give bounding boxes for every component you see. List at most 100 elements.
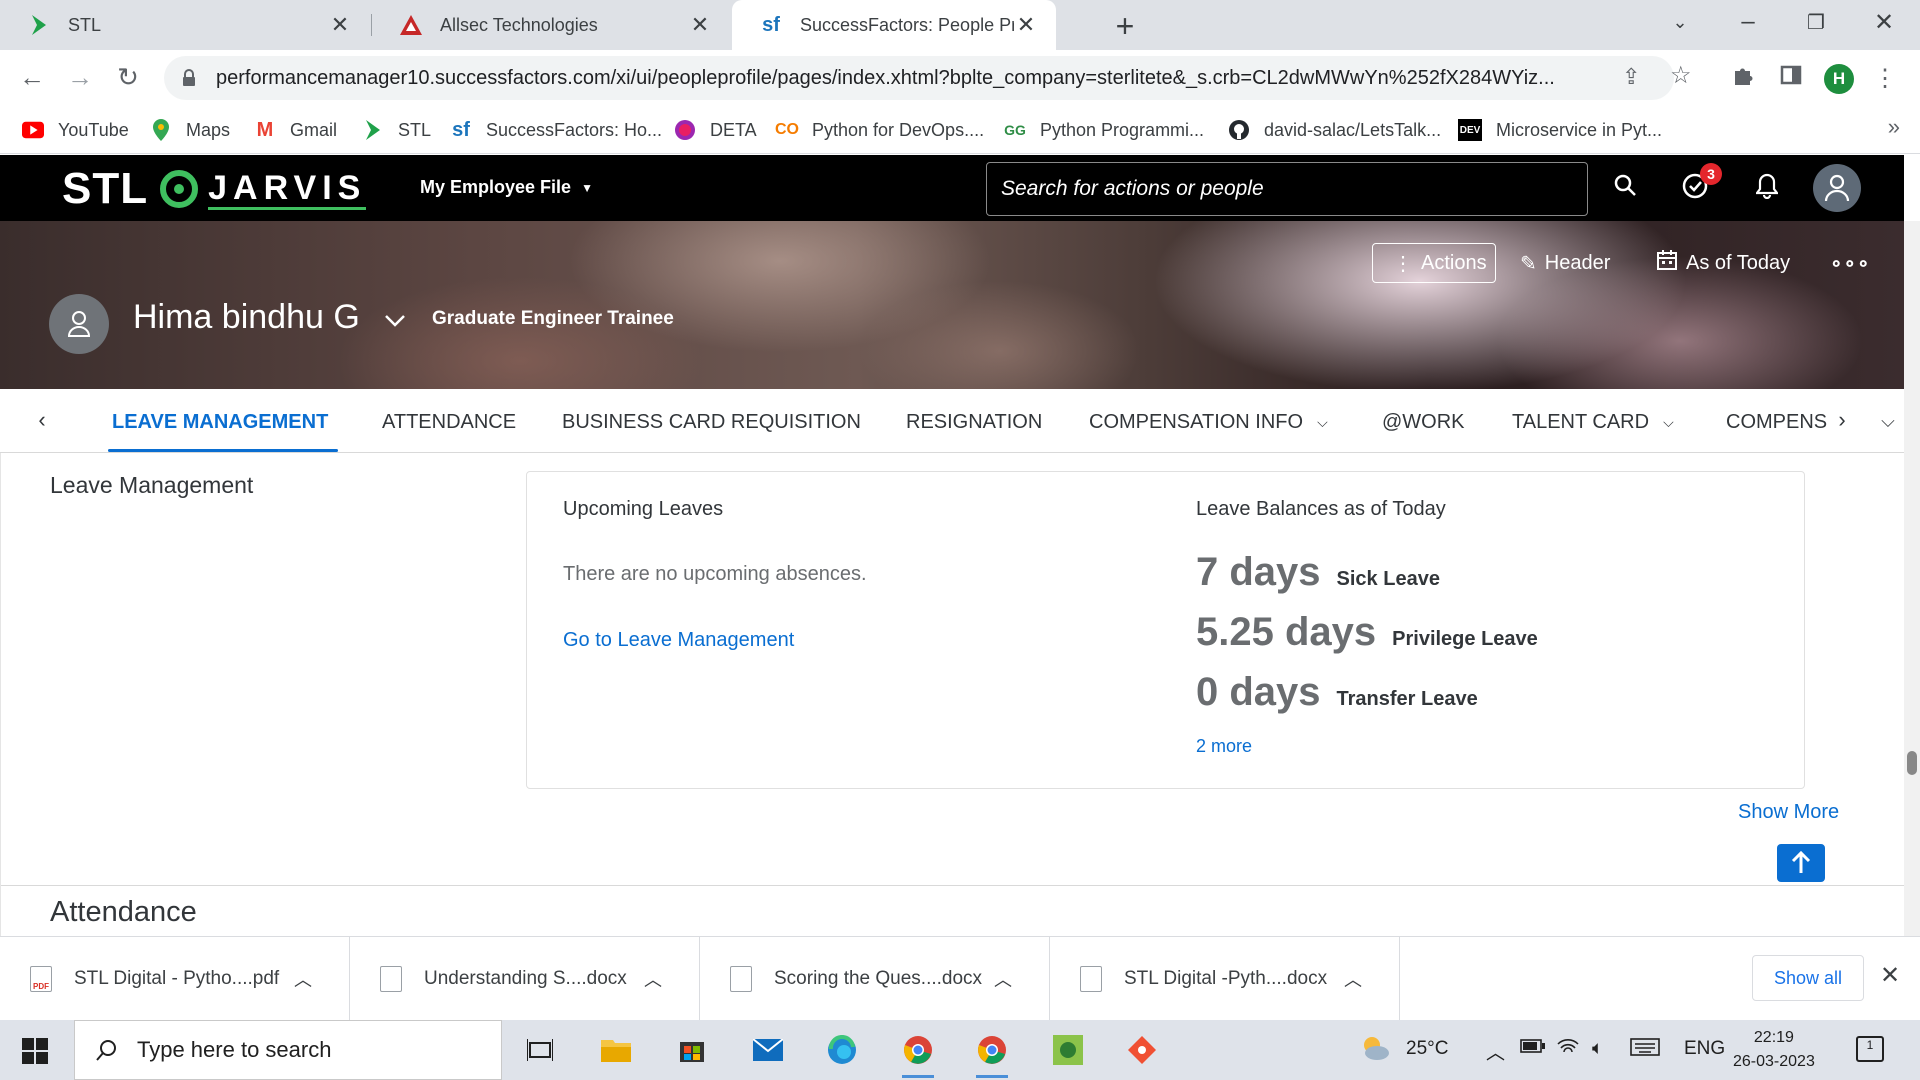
tab-talent-card[interactable]: TALENT CARD ⌵	[1512, 411, 1674, 434]
bookmark-python-programming[interactable]: GG Python Programmi...	[1004, 116, 1204, 144]
go-to-leave-management-link[interactable]: Go to Leave Management	[563, 629, 794, 652]
tab-attendance[interactable]: ATTENDANCE	[382, 411, 516, 434]
chrome-profile-avatar[interactable]: H	[1824, 64, 1854, 94]
forward-icon[interactable]: →	[64, 62, 96, 93]
notification-center-icon[interactable]: 1	[1856, 1036, 1884, 1062]
taskbar-search-box[interactable]: Type here to search	[74, 1020, 502, 1080]
back-icon[interactable]: ←	[16, 62, 48, 93]
input-language[interactable]: ENG	[1684, 1038, 1725, 1060]
browser-tab-successfactors[interactable]: sf SuccessFactors: People Profile ✕	[732, 0, 1056, 50]
show-hidden-icons-chevron-icon[interactable]: ︿	[1486, 1038, 1505, 1065]
bookmark-deta[interactable]: DETA	[674, 116, 757, 144]
close-window-button[interactable]: ✕	[1864, 8, 1904, 37]
global-search-input[interactable]: Search for actions or people	[986, 162, 1588, 216]
download-item[interactable]: STL Digital -Pyth....docx ︿	[1050, 937, 1400, 1021]
scroll-to-top-button[interactable]	[1777, 844, 1825, 882]
bookmark-youtube[interactable]: YouTube	[22, 116, 129, 144]
bookmark-github[interactable]: david-salac/LetsTalk...	[1228, 116, 1441, 144]
download-filename: Understanding S....docx	[424, 968, 627, 989]
profile-avatar[interactable]	[49, 294, 109, 354]
close-downloads-icon[interactable]: ✕	[1880, 961, 1900, 990]
bookmarks-bar: YouTube Maps M Gmail STL sf SuccessFacto…	[0, 106, 1920, 154]
stl-jarvis-logo[interactable]: STL JARVIS	[62, 164, 367, 213]
tab-compensation-info[interactable]: COMPENSATION INFO ⌵	[1089, 411, 1328, 434]
scroll-tabs-left-icon[interactable]: ‹	[30, 407, 54, 433]
git-icon[interactable]	[1122, 1030, 1162, 1070]
restore-button[interactable]: ❐	[1796, 10, 1836, 35]
chevron-up-icon[interactable]: ︿	[644, 966, 662, 992]
volume-icon[interactable]: 🔈︎	[1592, 1038, 1603, 1060]
touch-keyboard-icon[interactable]	[1630, 1038, 1660, 1062]
bookmark-python-devops[interactable]: CO Python for DevOps....	[775, 116, 984, 144]
address-bar[interactable]: performancemanager10.successfactors.com/…	[164, 56, 1674, 100]
browser-tab-stl[interactable]: STL ✕	[0, 0, 370, 50]
tab-at-work[interactable]: @WORK	[1382, 411, 1465, 434]
show-more-link[interactable]: Show More	[1738, 801, 1839, 824]
battery-icon[interactable]	[1520, 1038, 1546, 1060]
profile-header-banner: ⋮ Actions ✎ Header As of Today ∘∘∘ Hima …	[0, 221, 1904, 389]
my-employee-file-menu[interactable]: My Employee File ▼	[420, 177, 593, 198]
download-item[interactable]: Scoring the Ques....docx ︿	[700, 937, 1050, 1021]
more-balances-link[interactable]: 2 more	[1196, 736, 1252, 757]
more-options-icon[interactable]: ∘∘∘	[1830, 243, 1871, 283]
chevron-up-icon[interactable]: ︿	[1344, 966, 1362, 992]
share-icon[interactable]: ⇪	[1622, 64, 1640, 90]
chevron-down-icon[interactable]	[384, 311, 406, 334]
bookmark-successfactors[interactable]: sf SuccessFactors: Ho...	[450, 116, 662, 144]
scroll-tabs-right-icon[interactable]: ›	[1830, 407, 1854, 433]
edit-header-button[interactable]: ✎ Header	[1520, 243, 1610, 283]
taskbar-clock[interactable]: 22:19 26-03-2023	[1733, 1026, 1815, 1074]
tabs-overflow-chevron-icon[interactable]: ⌵	[1876, 411, 1900, 432]
file-explorer-icon[interactable]	[596, 1030, 636, 1070]
more-bookmarks-icon[interactable]: »	[1888, 114, 1900, 140]
tab-compensation[interactable]: COMPENS	[1726, 411, 1830, 434]
download-item[interactable]: PDF STL Digital - Pytho....pdf ︿	[0, 937, 350, 1021]
wifi-icon[interactable]	[1556, 1038, 1580, 1062]
task-view-icon[interactable]	[520, 1030, 560, 1070]
edge-browser-icon[interactable]	[822, 1030, 862, 1070]
anaconda-icon[interactable]	[1048, 1030, 1088, 1070]
tab-business-card-requisition[interactable]: BUSINESS CARD REQUISITION	[562, 411, 861, 434]
new-tab-button[interactable]: +	[1108, 8, 1142, 45]
chrome-icon[interactable]	[898, 1030, 938, 1078]
tab-leave-management[interactable]: LEAVE MANAGEMENT	[112, 411, 328, 434]
minimize-button[interactable]: –	[1728, 8, 1768, 36]
tab-resignation[interactable]: RESIGNATION	[906, 411, 1042, 434]
chevron-up-icon[interactable]: ︿	[294, 966, 312, 992]
extensions-puzzle-icon[interactable]	[1728, 64, 1758, 92]
close-tab-icon[interactable]: ✕	[688, 12, 712, 38]
mail-icon[interactable]	[748, 1030, 788, 1070]
download-filename: Scoring the Ques....docx	[774, 968, 983, 989]
bookmark-microservice[interactable]: DEV Microservice in Pyt...	[1458, 116, 1662, 144]
notifications-bell-icon[interactable]	[1750, 173, 1784, 206]
bookmark-stl[interactable]: STL	[362, 116, 431, 144]
download-item[interactable]: Understanding S....docx ︿	[350, 937, 700, 1021]
close-tab-icon[interactable]: ✕	[328, 12, 352, 38]
close-tab-icon[interactable]: ✕	[1014, 12, 1038, 38]
scrollbar-thumb[interactable]	[1907, 751, 1917, 775]
chrome-menu-icon[interactable]: ⋮	[1870, 64, 1900, 93]
profile-content: Leave Management Upcoming Leaves There a…	[0, 453, 1905, 936]
windows-start-icon[interactable]	[22, 1038, 48, 1064]
reload-icon[interactable]: ↻	[112, 62, 144, 93]
side-panel-icon[interactable]	[1776, 64, 1806, 92]
leave-management-heading: Leave Management	[50, 472, 254, 498]
actions-button[interactable]: ⋮ Actions	[1372, 243, 1496, 283]
browser-tab-allsec[interactable]: Allsec Technologies ✕	[372, 0, 730, 50]
chrome-profile-icon[interactable]	[972, 1030, 1012, 1078]
as-of-today-button[interactable]: As of Today	[1656, 243, 1790, 283]
weather-icon[interactable]	[1358, 1032, 1392, 1072]
bookmark-gmail[interactable]: M Gmail	[254, 116, 337, 144]
tab-label: ATTENDANCE	[382, 411, 517, 433]
chevron-up-icon[interactable]: ︿	[994, 966, 1012, 992]
job-title: Graduate Engineer Trainee	[432, 308, 674, 329]
clock-time: 22:19	[1753, 1029, 1794, 1046]
page-scrollbar[interactable]	[1904, 221, 1920, 936]
tab-search-chevron-icon[interactable]: ⌄	[1660, 12, 1700, 33]
show-all-downloads-button[interactable]: Show all	[1752, 955, 1864, 1001]
user-avatar[interactable]	[1813, 164, 1861, 212]
search-icon[interactable]	[1608, 173, 1642, 204]
bookmark-maps[interactable]: Maps	[150, 116, 230, 144]
bookmark-star-icon[interactable]: ☆	[1670, 61, 1692, 90]
microsoft-store-icon[interactable]	[672, 1030, 712, 1070]
